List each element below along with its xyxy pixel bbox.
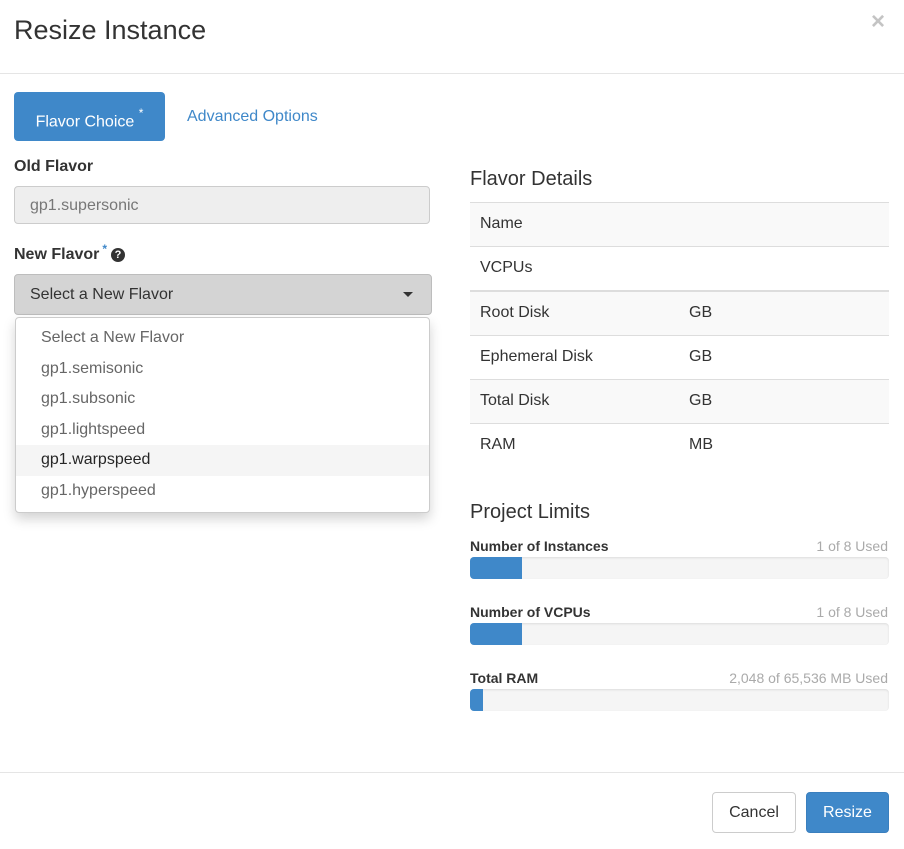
table-row: RAM MB bbox=[470, 423, 889, 467]
resize-button[interactable]: Resize bbox=[806, 792, 889, 833]
limit-used: 1 of 8 Used bbox=[816, 604, 888, 620]
progress-bar bbox=[470, 557, 889, 579]
menu-option[interactable]: gp1.lightspeed bbox=[16, 415, 429, 446]
old-flavor-label: Old Flavor bbox=[14, 158, 94, 175]
tab-label: Flavor Choice bbox=[35, 113, 135, 131]
menu-option-highlighted[interactable]: gp1.warpspeed bbox=[16, 445, 429, 476]
caret-down-icon bbox=[403, 292, 413, 297]
new-flavor-select[interactable]: Select a New Flavor bbox=[14, 274, 432, 315]
modal-title: Resize Instance bbox=[14, 15, 207, 45]
menu-option[interactable]: gp1.subsonic bbox=[16, 384, 429, 415]
row-key: Total Disk bbox=[480, 392, 550, 409]
help-icon[interactable]: ? bbox=[111, 248, 126, 262]
row-key: Root Disk bbox=[480, 304, 550, 321]
project-limits-title: Project Limits bbox=[470, 501, 591, 523]
limit-used: 1 of 8 Used bbox=[816, 538, 888, 554]
menu-option[interactable]: gp1.semisonic bbox=[16, 354, 429, 385]
row-key: RAM bbox=[480, 436, 516, 453]
required-marker: * bbox=[102, 242, 108, 256]
cancel-button[interactable]: Cancel bbox=[712, 792, 796, 833]
old-flavor-field: gp1.supersonic bbox=[14, 186, 430, 224]
table-row: Ephemeral Disk GB bbox=[470, 335, 889, 379]
limit-label: Number of VCPUs bbox=[470, 604, 591, 620]
limit-label: Total RAM bbox=[470, 670, 539, 686]
progress-bar-fill bbox=[470, 623, 523, 645]
tab-advanced-options[interactable]: Advanced Options bbox=[187, 92, 318, 141]
menu-option[interactable]: gp1.hyperspeed bbox=[16, 476, 429, 507]
row-key: VCPUs bbox=[480, 259, 533, 276]
row-value: GB bbox=[689, 348, 713, 365]
flavor-dropdown-menu: Select a New Flavor gp1.semisonic gp1.su… bbox=[15, 317, 430, 513]
flavor-details-table: Name VCPUs Root Disk GB Ephemeral Disk G… bbox=[470, 202, 889, 467]
progress-bar-fill bbox=[470, 689, 484, 711]
row-value: GB bbox=[689, 392, 713, 409]
progress-bar bbox=[470, 689, 889, 711]
tab-flavor-choice[interactable]: Flavor Choice * bbox=[14, 92, 165, 141]
menu-option[interactable]: Select a New Flavor bbox=[16, 323, 429, 354]
flavor-details-title: Flavor Details bbox=[470, 168, 593, 190]
modal-header: Resize Instance × bbox=[0, 0, 904, 74]
limit-used: 2,048 of 65,536 MB Used bbox=[729, 670, 888, 686]
close-icon[interactable]: × bbox=[868, 10, 888, 34]
new-flavor-label: New Flavor *? bbox=[14, 242, 126, 264]
progress-bar-fill bbox=[470, 557, 523, 579]
table-row: Total Disk GB bbox=[470, 379, 889, 423]
row-value: MB bbox=[689, 436, 713, 453]
row-value: GB bbox=[689, 304, 713, 321]
limit-label: Number of Instances bbox=[470, 538, 609, 554]
required-marker: * bbox=[138, 106, 144, 120]
table-row: VCPUs bbox=[470, 246, 889, 290]
progress-bar bbox=[470, 623, 889, 645]
select-value: Select a New Flavor bbox=[30, 286, 174, 303]
new-flavor-label-text: New Flavor bbox=[14, 246, 100, 263]
table-row: Name bbox=[470, 202, 889, 246]
row-key: Ephemeral Disk bbox=[480, 348, 593, 365]
row-key: Name bbox=[480, 215, 523, 232]
table-row: Root Disk GB bbox=[470, 290, 889, 335]
